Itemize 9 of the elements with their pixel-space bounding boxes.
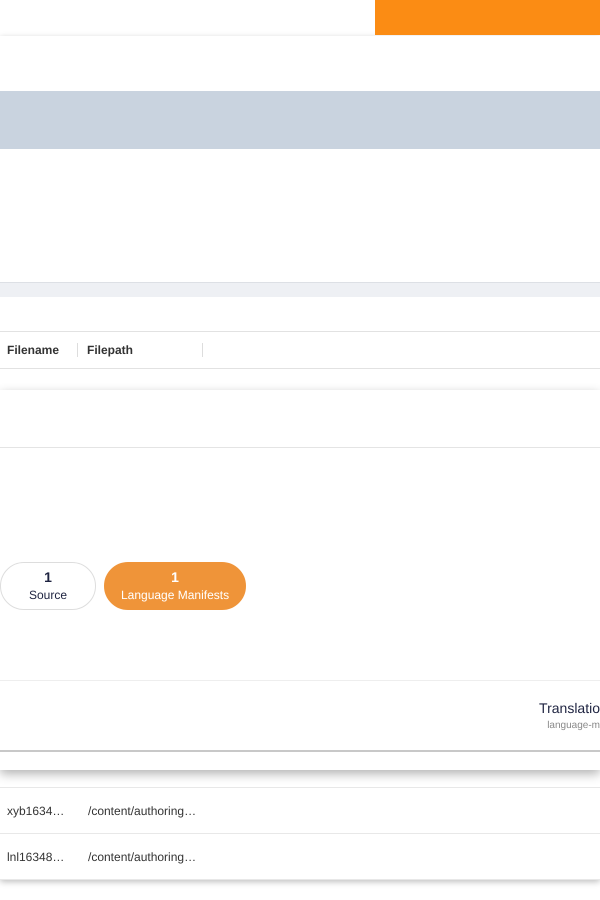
item-subtitle: language-m: [547, 720, 600, 731]
column-header[interactable]: Filepath: [87, 343, 134, 357]
table-cell: /content/authoring…: [88, 850, 196, 864]
item-title: Translatio: [539, 700, 600, 716]
filter-pill[interactable]: 1 Source: [0, 562, 96, 610]
table-cell: /content/authoring…: [88, 804, 196, 818]
table-cell: lnl16348…: [7, 850, 64, 864]
table-cell: xyb1634…: [7, 804, 64, 818]
column-header[interactable]: Filename: [7, 343, 60, 357]
